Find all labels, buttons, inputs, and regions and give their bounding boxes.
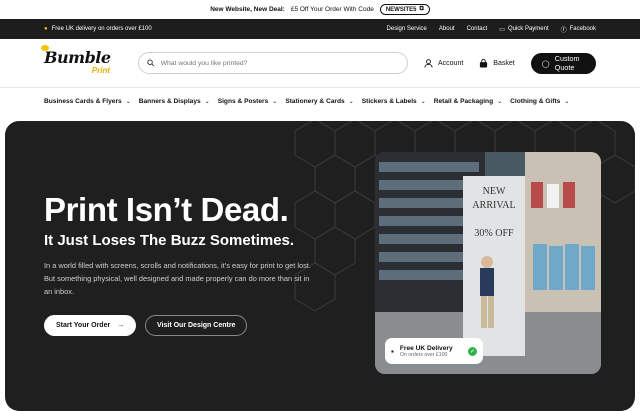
chevron-down-icon: ⌄ [204,98,210,105]
chevron-down-icon: ⌄ [497,98,503,105]
facebook-icon: ⓕ [560,27,567,34]
nav-item-retail[interactable]: Retail & Packaging ⌄ [434,98,502,105]
nav-label: Stickers & Labels [361,97,417,105]
start-order-label: Start Your Order [56,322,111,329]
nav-item-signs[interactable]: Signs & Posters ⌄ [218,98,278,105]
card-icon: ▭ [499,26,505,33]
nav-item-stickers[interactable]: Stickers & Labels ⌄ [362,98,426,105]
start-order-button[interactable]: Start Your Order → [44,315,137,336]
bee-logo-icon [41,45,49,51]
nav-label: Business Cards & Flyers [44,97,122,105]
about-link[interactable]: About [439,26,455,32]
top-utility-bar: ● Free UK delivery on orders over £100 D… [0,19,640,39]
site-header: Bumble Print Account Basket ◯ Custom Quo… [0,39,640,87]
hero-title: Print Isn’t Dead. [44,191,289,228]
free-delivery-text: Free UK delivery on orders over £100 [51,26,152,32]
nav-label: Stationery & Cards [285,97,345,105]
logo-sub-text: Print [91,66,110,75]
announcement-bar: New Website, New Deal: £5 Off Your Order… [0,0,640,19]
chevron-down-icon: ⌄ [420,98,426,105]
logo[interactable]: Bumble Print [41,45,111,78]
account-link[interactable]: Account [424,58,464,68]
nav-label: Clothing & Gifts [510,97,561,105]
nav-label: Banners & Displays [138,97,201,105]
design-service-link[interactable]: Design Service [387,26,427,32]
nav-item-clothing[interactable]: Clothing & Gifts ⌄ [510,98,569,105]
banner-discount: 30% OFF [474,228,514,239]
facebook-link[interactable]: ⓕ Facebook [561,25,596,34]
custom-quote-label: Custom Quote [554,54,580,72]
nav-item-business-cards[interactable]: Business Cards & Flyers ⌄ [44,98,131,105]
search-input[interactable] [160,59,399,67]
promo-code: NEWSITE5 [385,6,417,13]
free-delivery-card: ▪ Free UK Delivery On orders over £100 ✓ [385,338,483,364]
basket-link[interactable]: Basket [479,58,515,68]
search-bar[interactable] [138,52,408,74]
hero-body: In a world filled with screens, scrolls … [44,261,311,296]
nav-label: Signs & Posters [217,97,269,105]
copy-icon: ⧉ [419,6,424,12]
search-icon [147,59,155,67]
contact-link[interactable]: Contact [467,26,488,32]
facebook-label: Facebook [569,26,596,32]
main-navigation: Business Cards & Flyers ⌄ Banners & Displ… [0,87,640,114]
promo-code-pill[interactable]: NEWSITE5 ⧉ [379,4,430,15]
delivery-subtitle: On orders over £100 [399,351,448,358]
banner-new: NEW [483,186,506,197]
chevron-down-icon: ⌄ [272,98,278,105]
chevron-down-icon: ⌄ [125,98,131,105]
nav-label: Retail & Packaging [433,97,494,105]
custom-quote-button[interactable]: ◯ Custom Quote [530,52,596,74]
basket-label: Basket [493,59,515,67]
quick-payment-label: Quick Payment [507,26,549,32]
logo-main-text: Bumble [44,48,111,67]
announcement-title: New Website, New Deal: [210,6,285,13]
announcement-text: £5 Off Your Order With Code [290,6,374,13]
chevron-down-icon: ⌄ [564,98,570,105]
bee-icon: ● [44,26,48,32]
user-icon [424,58,433,68]
truck-icon: ▪ [391,346,394,356]
design-centre-label: Visit Our Design Centre [157,322,236,329]
nav-item-stationery[interactable]: Stationery & Cards ⌄ [285,98,353,105]
chevron-down-icon: ⌄ [348,98,354,105]
check-icon: ✓ [468,346,477,356]
account-label: Account [438,59,464,67]
bag-icon [480,58,488,68]
delivery-title: Free UK Delivery [399,344,453,352]
nav-item-banners[interactable]: Banners & Displays ⌄ [139,98,210,105]
hero-section: Print Isn’t Dead. It Just Loses The Buzz… [5,121,635,411]
quick-payment-link[interactable]: ▭ Quick Payment [499,26,548,33]
banner-arrival: ARRIVAL [472,200,515,211]
hero-subtitle: It Just Loses The Buzz Sometimes. [44,232,295,249]
design-centre-button[interactable]: Visit Our Design Centre [145,315,248,336]
arrow-right-icon: → [117,322,125,329]
chat-icon: ◯ [541,58,550,68]
